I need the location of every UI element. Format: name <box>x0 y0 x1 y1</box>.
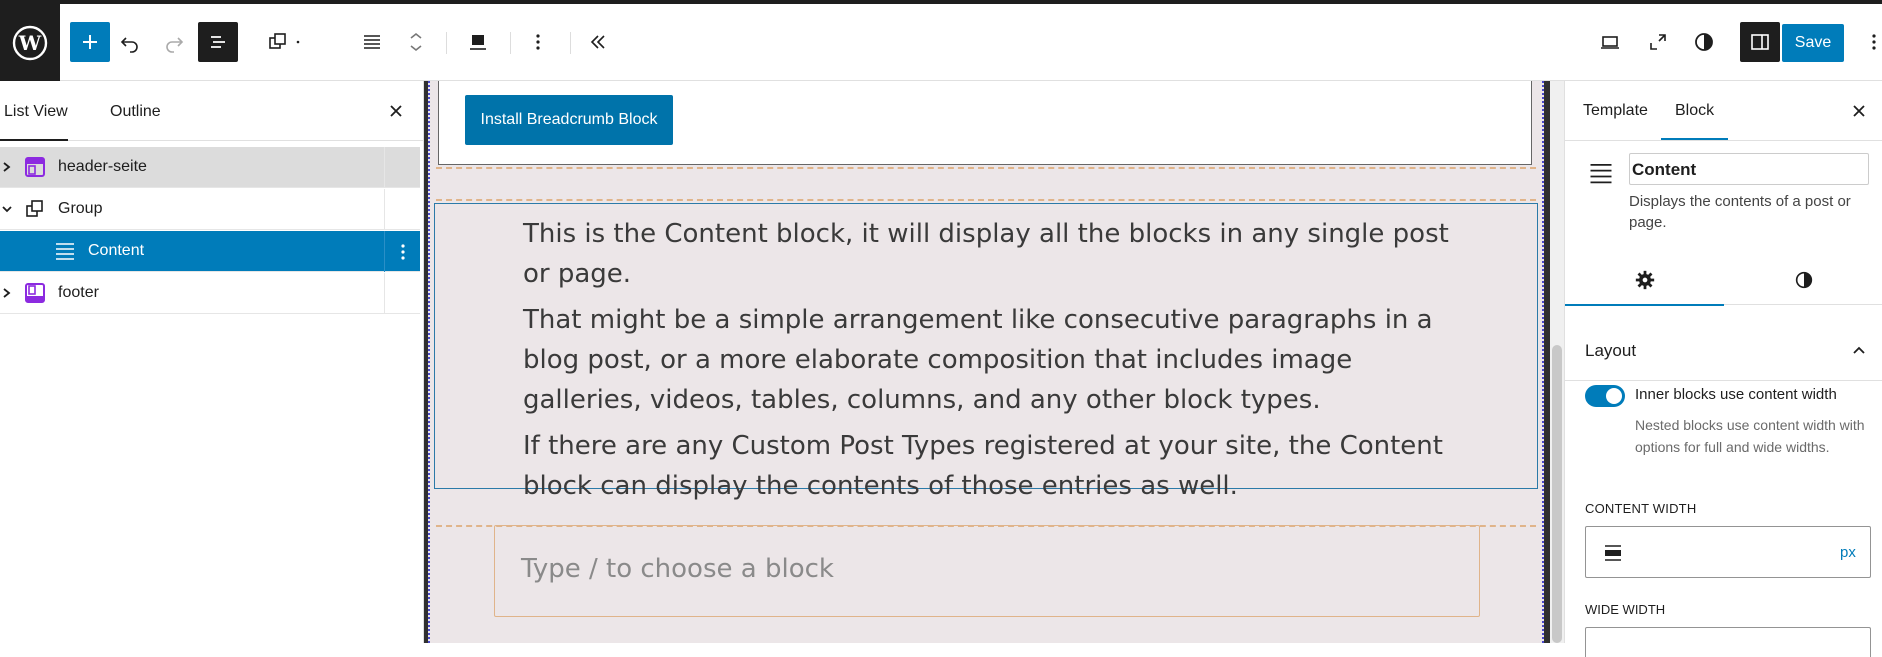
close-icon[interactable] <box>1847 99 1871 123</box>
toggle-label: Inner blocks use content width <box>1635 386 1837 403</box>
wide-width-input[interactable] <box>1585 627 1871 657</box>
list-item-options[interactable] <box>384 231 420 272</box>
close-icon[interactable] <box>384 99 408 123</box>
list-item-header-seite[interactable]: header-seite <box>0 147 420 188</box>
list-item-options[interactable] <box>384 189 420 230</box>
collapse-toolbar-icon[interactable] <box>578 22 618 62</box>
add-block-button[interactable] <box>70 22 110 62</box>
more-options-icon[interactable] <box>518 22 558 62</box>
list-item-label: header-seite <box>58 158 147 175</box>
block-outline <box>436 199 1536 201</box>
post-content-block[interactable]: This is the Content block, it will displ… <box>434 203 1538 501</box>
editor-canvas[interactable]: Install Breadcrumb Block This is the Con… <box>428 81 1544 643</box>
styles-icon <box>1795 271 1812 289</box>
list-view-tabs: List View Outline <box>0 81 423 141</box>
svg-text:W: W <box>18 31 42 55</box>
install-breadcrumb-button[interactable]: Install Breadcrumb Block <box>465 95 673 145</box>
toolbar-divider <box>510 32 511 54</box>
block-card: Content Displays the contents of a post … <box>1565 141 1882 241</box>
tab-block[interactable]: Block <box>1660 102 1729 140</box>
inspector-tabs: Template Block <box>1565 81 1882 141</box>
template-part-icon <box>25 157 45 177</box>
scrollbar-thumb[interactable] <box>1552 345 1562 643</box>
tab-template[interactable]: Template <box>1583 102 1648 120</box>
header-template-part[interactable]: Install Breadcrumb Block <box>438 81 1532 165</box>
gear-icon <box>1635 270 1654 290</box>
chevron-right-icon[interactable] <box>0 160 14 174</box>
more-options-icon[interactable] <box>400 242 406 262</box>
layout-title: Layout <box>1585 341 1637 360</box>
list-item-label: Content <box>88 242 145 259</box>
appender-placeholder: Type / to choose a block <box>521 554 834 584</box>
template-part-icon <box>25 283 45 303</box>
post-content-icon[interactable] <box>352 22 392 62</box>
drag-handle-icon[interactable] <box>290 22 306 62</box>
list-item-options[interactable] <box>384 273 420 314</box>
chevron-up-icon[interactable] <box>1849 341 1869 361</box>
move-up-down-icon[interactable] <box>398 22 434 62</box>
toolbar-divider <box>446 32 447 54</box>
inspector-sub-tabs <box>1565 255 1882 306</box>
align-block-icon[interactable] <box>458 22 498 62</box>
unit-select[interactable]: px <box>1840 544 1856 561</box>
tab-styles[interactable] <box>1724 255 1882 305</box>
block-appender[interactable]: Type / to choose a block <box>494 525 1480 617</box>
content-block-text: This is the Content block, it will displ… <box>523 214 1463 512</box>
content-paragraph: That might be a simple arrangement like … <box>523 305 1433 415</box>
editor-toolbar: W Save <box>0 4 1882 81</box>
list-item-group[interactable]: Group <box>0 189 420 230</box>
save-button[interactable]: Save <box>1782 24 1844 62</box>
tab-settings[interactable] <box>1565 255 1724 306</box>
content-width-toggle[interactable] <box>1585 385 1625 407</box>
block-inspector: Template Block Content Displays the cont… <box>1564 81 1882 657</box>
canvas-scrollbar[interactable] <box>1550 81 1564 643</box>
tab-list-view[interactable]: List View <box>0 103 68 141</box>
redo-icon[interactable] <box>154 22 194 62</box>
content-paragraph: This is the Content block, it will displ… <box>523 219 1449 289</box>
post-content-icon <box>56 243 74 260</box>
wordpress-logo-icon[interactable]: W <box>0 4 60 81</box>
content-paragraph: If there are any Custom Post Types regis… <box>523 431 1443 501</box>
undo-icon[interactable] <box>110 22 150 62</box>
chevron-right-icon[interactable] <box>0 286 14 300</box>
toggle-help-text: Nested blocks use content width with opt… <box>1635 417 1865 455</box>
block-name-field[interactable]: Content <box>1629 153 1869 185</box>
list-item-label: footer <box>58 284 99 301</box>
content-width-label: CONTENT WIDTH <box>1585 501 1697 516</box>
device-preview-icon[interactable] <box>1590 22 1630 62</box>
list-item-content[interactable]: Content <box>0 231 420 272</box>
tab-outline[interactable]: Outline <box>110 103 161 121</box>
block-description: Displays the contents of a post or page. <box>1629 193 1851 231</box>
list-item-label: Group <box>58 200 103 217</box>
list-item-options[interactable] <box>384 147 420 188</box>
toolbar-divider <box>570 32 571 54</box>
content-width-input[interactable]: px <box>1585 526 1871 578</box>
settings-sidebar-button[interactable] <box>1740 22 1780 62</box>
list-view-panel: List View Outline header-seite Group Con… <box>0 81 424 643</box>
group-icon <box>26 200 43 217</box>
document-overview-button[interactable] <box>198 22 238 62</box>
chevron-down-icon[interactable] <box>0 202 14 216</box>
post-content-icon <box>1590 163 1612 184</box>
justify-center-icon <box>1605 545 1621 561</box>
external-view-icon[interactable] <box>1638 22 1678 62</box>
wide-width-label: WIDE WIDTH <box>1585 602 1666 617</box>
list-item-footer[interactable]: footer <box>0 273 420 314</box>
styles-icon[interactable] <box>1684 22 1724 62</box>
block-outline <box>436 167 1536 169</box>
layout-panel-header[interactable]: Layout <box>1565 321 1882 381</box>
options-icon[interactable] <box>1866 22 1882 62</box>
